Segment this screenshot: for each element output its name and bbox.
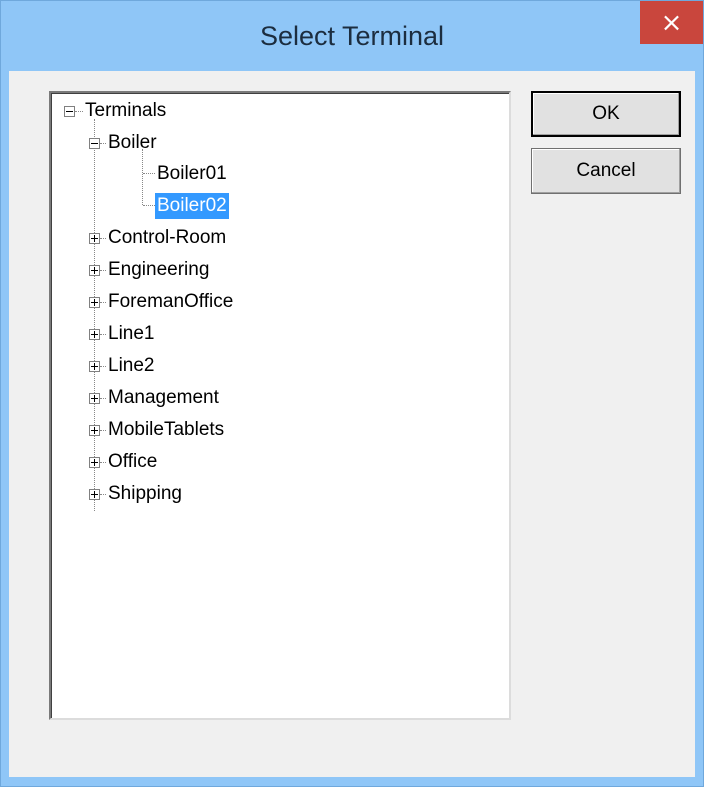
expand-icon[interactable] (89, 233, 100, 244)
expand-icon[interactable] (89, 297, 100, 308)
window-title: Select Terminal (259, 21, 445, 51)
tree-connector (142, 149, 144, 205)
tree-node-label-selected[interactable]: Boiler02 (155, 193, 229, 219)
ok-button[interactable]: OK (531, 91, 681, 137)
close-button[interactable]: × (640, 1, 703, 44)
tree-connector (143, 205, 155, 207)
tree-node-label[interactable]: Line1 (106, 321, 157, 347)
tree-node-label[interactable]: Office (106, 449, 159, 475)
tree-node-label[interactable]: Engineering (106, 257, 211, 283)
terminal-tree[interactable]: Terminals Boiler Boiler01 Boiler02 Contr… (49, 91, 511, 720)
tree-node-label[interactable]: Boiler (106, 130, 159, 156)
tree-node-label[interactable]: Shipping (106, 481, 184, 507)
dialog-body: Terminals Boiler Boiler01 Boiler02 Contr… (9, 71, 695, 777)
tree-connector (143, 173, 155, 175)
expand-icon[interactable] (89, 489, 100, 500)
expand-icon[interactable] (89, 393, 100, 404)
tree-node-label[interactable]: Terminals (83, 98, 168, 124)
collapse-icon[interactable] (89, 138, 100, 149)
title-bar[interactable]: Select Terminal × (1, 1, 703, 71)
tree-connector (75, 111, 83, 113)
tree-node-label[interactable]: Boiler01 (155, 161, 229, 187)
collapse-icon[interactable] (64, 106, 75, 117)
expand-icon[interactable] (89, 329, 100, 340)
expand-icon[interactable] (89, 361, 100, 372)
cancel-button[interactable]: Cancel (531, 148, 681, 194)
close-icon: × (660, 7, 683, 38)
tree-connector (94, 119, 96, 511)
expand-icon[interactable] (89, 457, 100, 468)
tree-node-label[interactable]: ForemanOffice (106, 289, 235, 315)
expand-icon[interactable] (89, 265, 100, 276)
tree-node-label[interactable]: Control-Room (106, 225, 228, 251)
expand-icon[interactable] (89, 425, 100, 436)
tree-node-label[interactable]: Management (106, 385, 221, 411)
select-terminal-dialog: Select Terminal × Terminals Boiler Boile… (0, 0, 704, 787)
tree-node-label[interactable]: MobileTablets (106, 417, 226, 443)
tree-node-label[interactable]: Line2 (106, 353, 157, 379)
